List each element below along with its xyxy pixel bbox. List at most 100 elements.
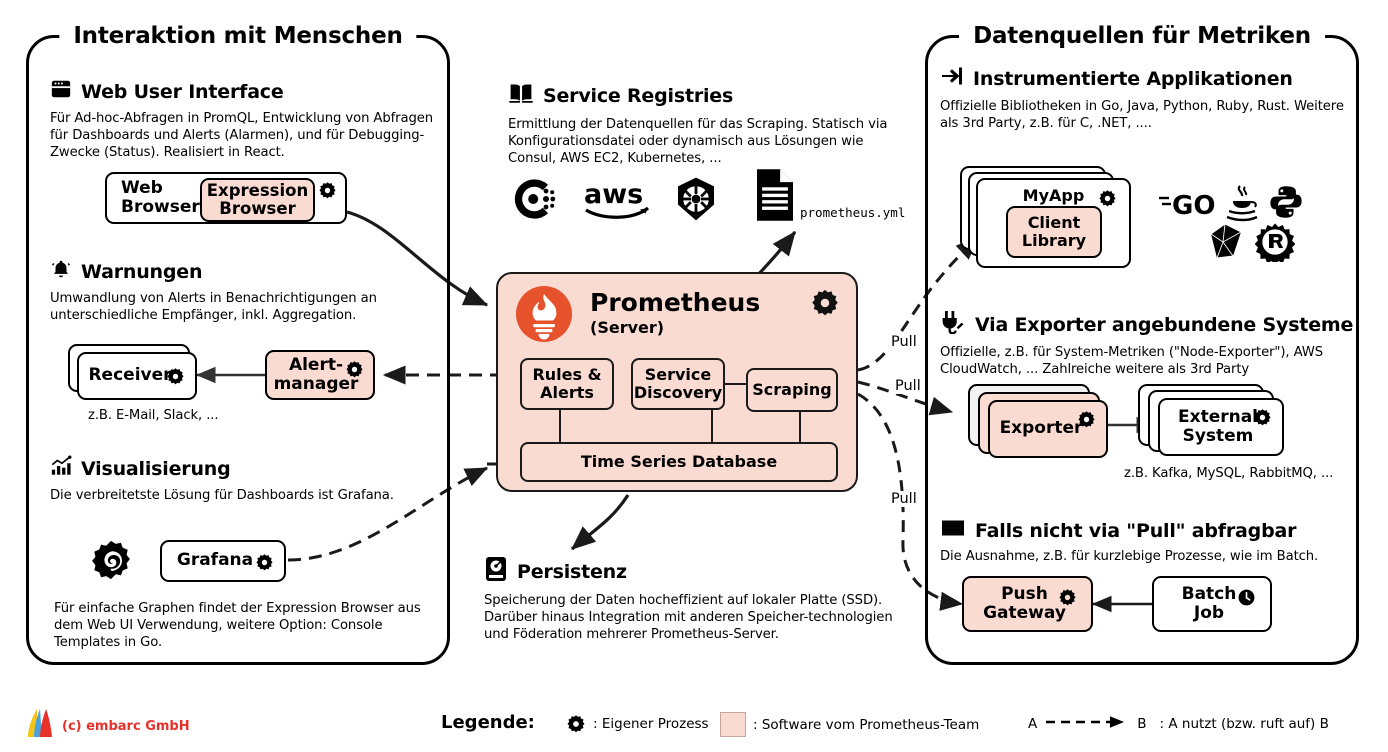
gear-icon <box>318 181 337 200</box>
node-alertmanager[interactable]: Alert- manager <box>265 350 375 400</box>
section-description: Umwandlung von Alerts in Benachrichtigun… <box>50 291 377 323</box>
section-description: Die verbreitetste Lösung für Dashboards … <box>50 488 394 503</box>
tsdb-label: Time Series Database <box>580 452 778 472</box>
node-client-library[interactable]: Client Library <box>1006 206 1102 258</box>
legend-item-process: : Eigener Prozess <box>566 714 709 734</box>
service-discovery-line1: Service <box>644 365 712 385</box>
browser-window-icon <box>50 78 72 105</box>
section-warnungen: Warnungen Umwandlung von Alerts in Benac… <box>50 258 420 325</box>
section-heading-text: Persistenz <box>517 560 627 583</box>
expression-browser-line1: Expression <box>206 180 309 200</box>
panel-title-right: Datenquellen für Metriken <box>959 23 1325 49</box>
go-logo: GO <box>1158 188 1220 226</box>
node-expression-browser[interactable]: Expression Browser <box>200 178 315 222</box>
gear-icon <box>1058 588 1077 607</box>
edge-label-pull-1: Pull <box>889 334 919 350</box>
external-system-line2: System <box>1182 426 1254 446</box>
node-push-gateway[interactable]: Push Gateway <box>962 576 1093 632</box>
node-batch-job[interactable]: Batch Job <box>1152 576 1272 632</box>
batch-job-line2: Job <box>1193 603 1225 623</box>
document-file-icon <box>754 168 796 226</box>
gear-icon <box>1098 189 1117 208</box>
svg-text:aws: aws <box>584 179 643 210</box>
section-heading-row: Web User Interface <box>50 78 442 105</box>
push-gateway-line1: Push <box>1001 583 1048 604</box>
consul-logo <box>510 175 558 227</box>
node-external-system[interactable]: External System <box>1158 398 1284 456</box>
open-book-icon <box>508 80 534 111</box>
visualisierung-note: Für einfache Graphen findet der Expressi… <box>54 601 421 651</box>
node-exporter[interactable]: Exporter <box>988 400 1108 458</box>
push-gateway-line2: Gateway <box>983 603 1066 623</box>
node-grafana[interactable]: Grafana <box>160 540 286 582</box>
receiver-note: z.B. E-Mail, Slack, ... <box>88 408 219 423</box>
section-description: Die Ausnahme, z.B. für kurzlebige Prozes… <box>940 549 1319 564</box>
receiver-label: Receiver <box>88 365 172 386</box>
node-prometheus-server[interactable]: Prometheus (Server) Rules & Alerts Servi… <box>496 272 858 492</box>
bar-chart-icon <box>50 455 72 482</box>
rules-alerts-line2: Alerts <box>540 383 594 402</box>
batch-job-line1: Batch <box>1181 583 1237 604</box>
legend-label-process: : Eigener Prozess <box>593 716 709 732</box>
section-heading-row: Instrumentierte Applikationen <box>940 64 1350 93</box>
gear-icon <box>255 553 274 572</box>
section-heading-row: Persistenz <box>484 556 904 587</box>
power-plug-icon <box>940 310 966 339</box>
myapp-label: MyApp <box>1022 186 1085 205</box>
section-description: Speicherung der Daten hocheffizient auf … <box>484 593 893 642</box>
legend-label-software: : Software vom Prometheus-Team <box>753 716 980 733</box>
inbox-icon <box>940 518 966 543</box>
prometheus-yml-label: prometheus.yml <box>800 205 906 220</box>
section-description: Ermittlung der Datenquellen für das Scra… <box>508 117 888 166</box>
hard-disk-icon <box>484 556 508 587</box>
legend-label-arrow: : A nutzt (bzw. ruft auf) B <box>1159 716 1329 732</box>
gear-icon <box>566 714 586 734</box>
external-system-line1: External <box>1177 406 1259 427</box>
section-visualisierung: Visualisierung Die verbreitetste Lösung … <box>50 455 430 505</box>
service-discovery-line2: Discovery <box>633 383 723 402</box>
legend-arrow-target-label: B <box>1137 716 1147 732</box>
svg-text:GO: GO <box>1172 191 1215 221</box>
section-heading-text: Web User Interface <box>81 80 284 103</box>
section-heading-row: Service Registries <box>508 80 908 111</box>
node-scraping[interactable]: Scraping <box>746 368 838 412</box>
panel-title-left: Interaktion mit Menschen <box>59 23 417 49</box>
section-description: Offizielle Bibliotheken in Go, Java, Pyt… <box>940 99 1344 131</box>
section-falls-nicht-via-pull: Falls nicht via "Pull" abfragbar Die Aus… <box>940 518 1340 566</box>
client-library-line2: Library <box>1021 231 1087 250</box>
grafana-label: Grafana <box>176 550 254 571</box>
section-heading-row: Visualisierung <box>50 455 430 482</box>
dashed-arrow-icon <box>1044 715 1130 733</box>
embarc-sail-logo <box>25 707 55 745</box>
node-receiver[interactable]: Receiver <box>77 352 197 400</box>
section-heading-row: Via Exporter angebundene Systeme <box>940 310 1353 339</box>
pink-swatch-icon <box>720 712 746 737</box>
node-rules-and-alerts[interactable]: Rules & Alerts <box>520 358 614 410</box>
section-web-user-interface: Web User Interface Für Ad-hoc-Abfragen i… <box>50 78 442 162</box>
legend-item-arrow: A B : A nutzt (bzw. ruft auf) B <box>1028 715 1329 733</box>
exporter-note: z.B. Kafka, MySQL, RabbitMQ, ... <box>1124 466 1334 481</box>
client-library-line1: Client <box>1027 213 1081 233</box>
section-via-exporter: Via Exporter angebundene Systeme Offizie… <box>940 310 1353 379</box>
grafana-logo <box>89 537 133 587</box>
section-heading-row: Warnungen <box>50 258 420 285</box>
node-time-series-database[interactable]: Time Series Database <box>520 442 838 482</box>
section-heading-row: Falls nicht via "Pull" abfragbar <box>940 518 1340 543</box>
section-heading-text: Warnungen <box>81 260 203 283</box>
ruby-logo <box>1203 222 1247 266</box>
gear-icon <box>1253 408 1272 427</box>
legend-bar: (c) embarc GmbH Legende: : Eigener Proze… <box>0 695 1388 752</box>
edge-label-pull-3: Pull <box>889 491 919 507</box>
kubernetes-logo <box>672 175 720 227</box>
section-description: Offizielle, z.B. für System-Metriken ("N… <box>940 345 1324 377</box>
section-service-registries: Service Registries Ermittlung der Datenq… <box>508 80 908 168</box>
node-service-discovery[interactable]: Service Discovery <box>631 358 725 410</box>
scraping-label: Scraping <box>752 380 832 400</box>
rust-logo <box>1254 222 1296 266</box>
web-browser-label-line1: Web <box>121 177 163 198</box>
bell-icon <box>50 258 72 285</box>
rules-alerts-line1: Rules & <box>532 365 602 385</box>
section-description: Für Ad-hoc-Abfragen in PromQL, Entwicklu… <box>50 111 434 160</box>
legend-arrow-source-label: A <box>1028 716 1038 732</box>
legend-title: Legende: <box>441 712 535 733</box>
